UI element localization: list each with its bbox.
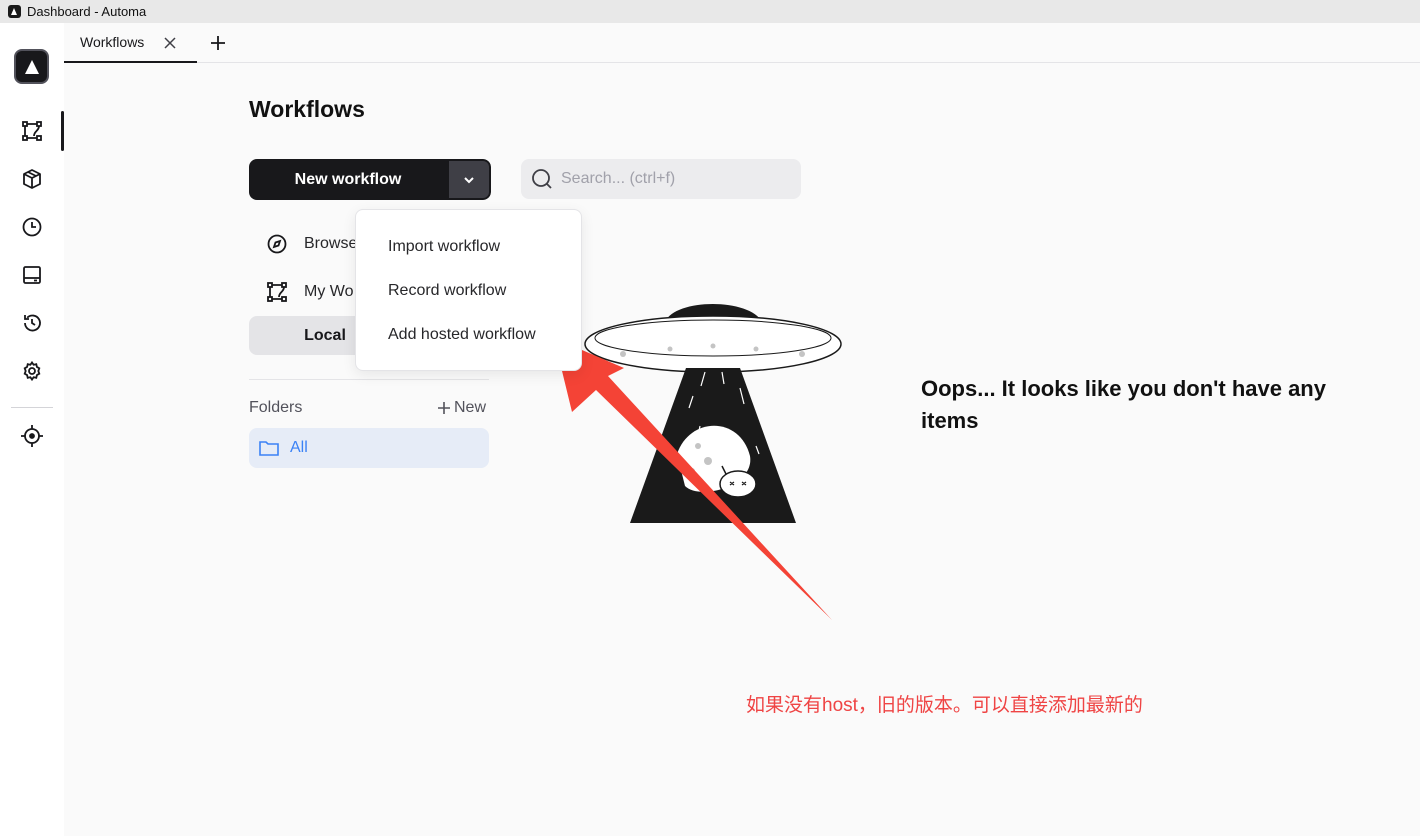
folder-all-label: All <box>290 439 308 456</box>
new-workflow-button[interactable]: New workflow <box>249 159 447 200</box>
folders-label: Folders <box>249 399 303 416</box>
history-icon[interactable] <box>20 311 44 335</box>
package-icon[interactable] <box>20 167 44 191</box>
add-tab-icon[interactable] <box>207 32 229 54</box>
menu-item-record-workflow[interactable]: Record workflow <box>388 282 506 300</box>
window-titlebar: Dashboard - Automa <box>0 0 1420 23</box>
workflow-icon[interactable] <box>20 119 44 143</box>
page-title: Workflows <box>249 96 365 122</box>
search-icon <box>532 169 552 189</box>
menu-item-add-hosted-workflow[interactable]: Add hosted workflow <box>388 326 536 344</box>
chevron-down-icon <box>464 176 474 183</box>
active-indicator <box>61 111 64 151</box>
settings-icon[interactable] <box>20 359 44 383</box>
tab-label: Workflows <box>80 34 145 50</box>
sidebar-divider <box>11 407 53 408</box>
folder-item-all[interactable]: All <box>249 428 489 468</box>
close-icon[interactable] <box>162 35 178 51</box>
sidebar <box>0 23 64 836</box>
folder-icon <box>258 437 280 459</box>
new-workflow-dropdown-menu: Import workflow Record workflow Add host… <box>355 209 582 371</box>
plus-icon <box>438 402 450 414</box>
new-folder-button[interactable]: New <box>437 399 486 417</box>
empty-state-message: Oops... It looks like you don't have any… <box>921 376 1326 433</box>
app-logo-icon <box>8 5 21 18</box>
tab-workflows[interactable]: Workflows <box>64 23 197 63</box>
new-folder-label: New <box>454 399 487 416</box>
menu-my-workflows-label: My Wo <box>304 283 354 300</box>
workflow-icon <box>265 280 289 304</box>
tab-strip: Workflows <box>64 23 1420 63</box>
folders-divider <box>249 379 489 380</box>
new-workflow-group: New workflow <box>249 159 491 200</box>
annotation-text: 如果没有host，旧的版本。可以直接添加最新的 <box>746 695 1143 716</box>
window-title: Dashboard - Automa <box>27 4 147 19</box>
search-box <box>521 159 801 199</box>
menu-browse-label: Browse <box>304 235 358 252</box>
menu-my-workflows[interactable]: My Wo <box>265 280 353 304</box>
crosshair-icon[interactable] <box>20 424 44 448</box>
menu-item-import-workflow[interactable]: Import workflow <box>388 238 500 256</box>
compass-icon <box>265 232 289 256</box>
annotation-arrow-icon <box>554 338 832 620</box>
search-input[interactable] <box>561 170 781 188</box>
new-workflow-dropdown-toggle[interactable] <box>447 159 491 200</box>
storage-icon[interactable] <box>20 263 44 287</box>
clock-icon[interactable] <box>20 215 44 239</box>
automa-logo[interactable] <box>14 49 49 84</box>
menu-browse[interactable]: Browse <box>265 232 357 256</box>
